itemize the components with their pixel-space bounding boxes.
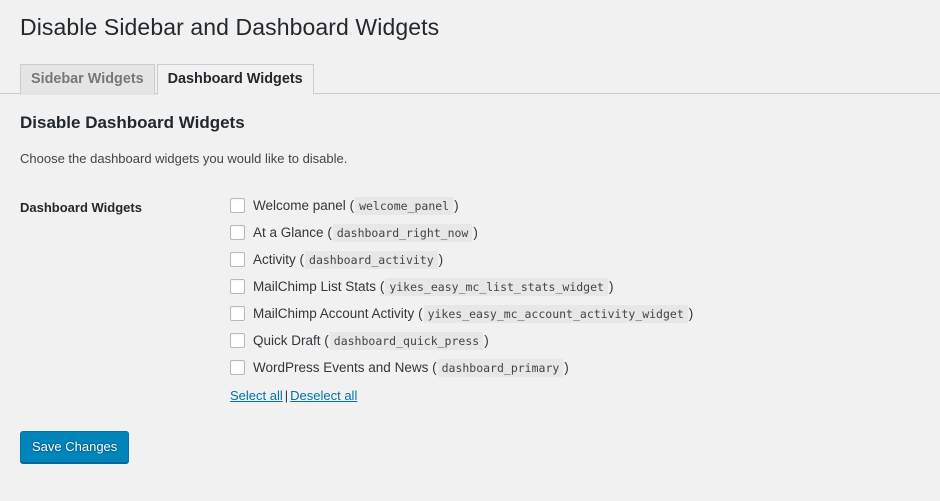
list-item-label: MailChimp Account Activity (yikes_easy_m… [253, 304, 694, 323]
widget-slug: yikes_easy_mc_account_activity_widget [423, 304, 688, 323]
section-heading: Disable Dashboard Widgets [20, 113, 245, 132]
settings-page: Disable Sidebar and Dashboard Widgets Si… [0, 0, 940, 501]
close-paren: ) [454, 197, 459, 213]
list-item[interactable]: Quick Draft (dashboard_quick_press) [230, 327, 920, 354]
deselect-all-link[interactable]: Deselect all [290, 388, 357, 403]
checkbox-mailchimp-list-stats[interactable] [230, 279, 245, 294]
tab-bar: Sidebar Widgets Dashboard Widgets [0, 54, 940, 95]
widget-name: WordPress Events and News [253, 359, 429, 375]
list-item[interactable]: WordPress Events and News (dashboard_pri… [230, 354, 920, 381]
open-paren: ( [418, 305, 423, 321]
section-description: Choose the dashboard widgets you would l… [20, 151, 348, 166]
list-item-label: MailChimp List Stats (yikes_easy_mc_list… [253, 277, 614, 296]
widget-name: MailChimp List Stats [253, 278, 377, 294]
widget-name: Activity [253, 251, 296, 267]
close-paren: ) [564, 359, 569, 375]
close-paren: ) [438, 251, 444, 267]
widget-slug: dashboard_right_now [332, 223, 473, 242]
close-paren: ) [688, 305, 694, 321]
dashboard-widgets-form-table: Dashboard Widgets Welcome panel (welcome… [20, 192, 920, 405]
open-paren: ( [327, 224, 332, 240]
checkbox-wordpress-events-and-news[interactable] [230, 360, 245, 375]
widget-name: Welcome panel [253, 197, 346, 213]
list-item[interactable]: Welcome panel (welcome_panel) [230, 192, 920, 219]
widget-name: MailChimp Account Activity [253, 305, 415, 321]
form-row-dashboard-widgets: Dashboard Widgets Welcome panel (welcome… [20, 192, 920, 405]
page-title: Disable Sidebar and Dashboard Widgets [20, 14, 440, 40]
select-all-link[interactable]: Select all [230, 388, 283, 403]
widget-checkbox-list: Welcome panel (welcome_panel) At a Glanc… [230, 192, 920, 405]
tab-sidebar-widgets[interactable]: Sidebar Widgets [20, 64, 155, 95]
open-paren: ( [379, 278, 385, 294]
list-item-label: WordPress Events and News (dashboard_pri… [253, 358, 569, 377]
list-item[interactable]: MailChimp Account Activity (yikes_easy_m… [230, 300, 920, 327]
checkbox-activity[interactable] [230, 252, 245, 267]
open-paren: ( [432, 359, 437, 375]
save-changes-button[interactable]: Save Changes [20, 431, 130, 463]
widget-slug: dashboard_activity [305, 250, 438, 269]
open-paren: ( [299, 251, 305, 267]
widget-slug: dashboard_primary [437, 358, 564, 377]
widget-name: Quick Draft [253, 332, 321, 348]
list-item-label: At a Glance (dashboard_right_now) [253, 223, 478, 242]
checkbox-welcome-panel[interactable] [230, 198, 245, 213]
list-item-label: Activity (dashboard_activity) [253, 250, 444, 269]
close-paren: ) [473, 224, 478, 240]
widget-name: At a Glance [253, 224, 324, 240]
tab-dashboard-widgets[interactable]: Dashboard Widgets [156, 64, 314, 95]
checkbox-at-a-glance[interactable] [230, 225, 245, 240]
widget-slug: dashboard_quick_press [329, 331, 484, 350]
close-paren: ) [484, 332, 489, 348]
close-paren: ) [608, 278, 614, 294]
checkbox-quick-draft[interactable] [230, 333, 245, 348]
open-paren: ( [349, 197, 355, 213]
list-item-label: Quick Draft (dashboard_quick_press) [253, 331, 489, 350]
submit-area: Save Changes [20, 405, 920, 463]
list-item[interactable]: At a Glance (dashboard_right_now) [230, 219, 920, 246]
checkbox-mailchimp-account-activity[interactable] [230, 306, 245, 321]
field-label-dashboard-widgets: Dashboard Widgets [20, 200, 142, 215]
widget-slug: welcome_panel [355, 196, 454, 215]
select-toggle-links: Select all | Deselect all [230, 387, 920, 405]
open-paren: ( [324, 332, 329, 348]
widget-slug: yikes_easy_mc_list_stats_widget [385, 277, 608, 296]
list-item[interactable]: Activity (dashboard_activity) [230, 246, 920, 273]
list-item[interactable]: MailChimp List Stats (yikes_easy_mc_list… [230, 273, 920, 300]
list-item-label: Welcome panel (welcome_panel) [253, 196, 459, 215]
